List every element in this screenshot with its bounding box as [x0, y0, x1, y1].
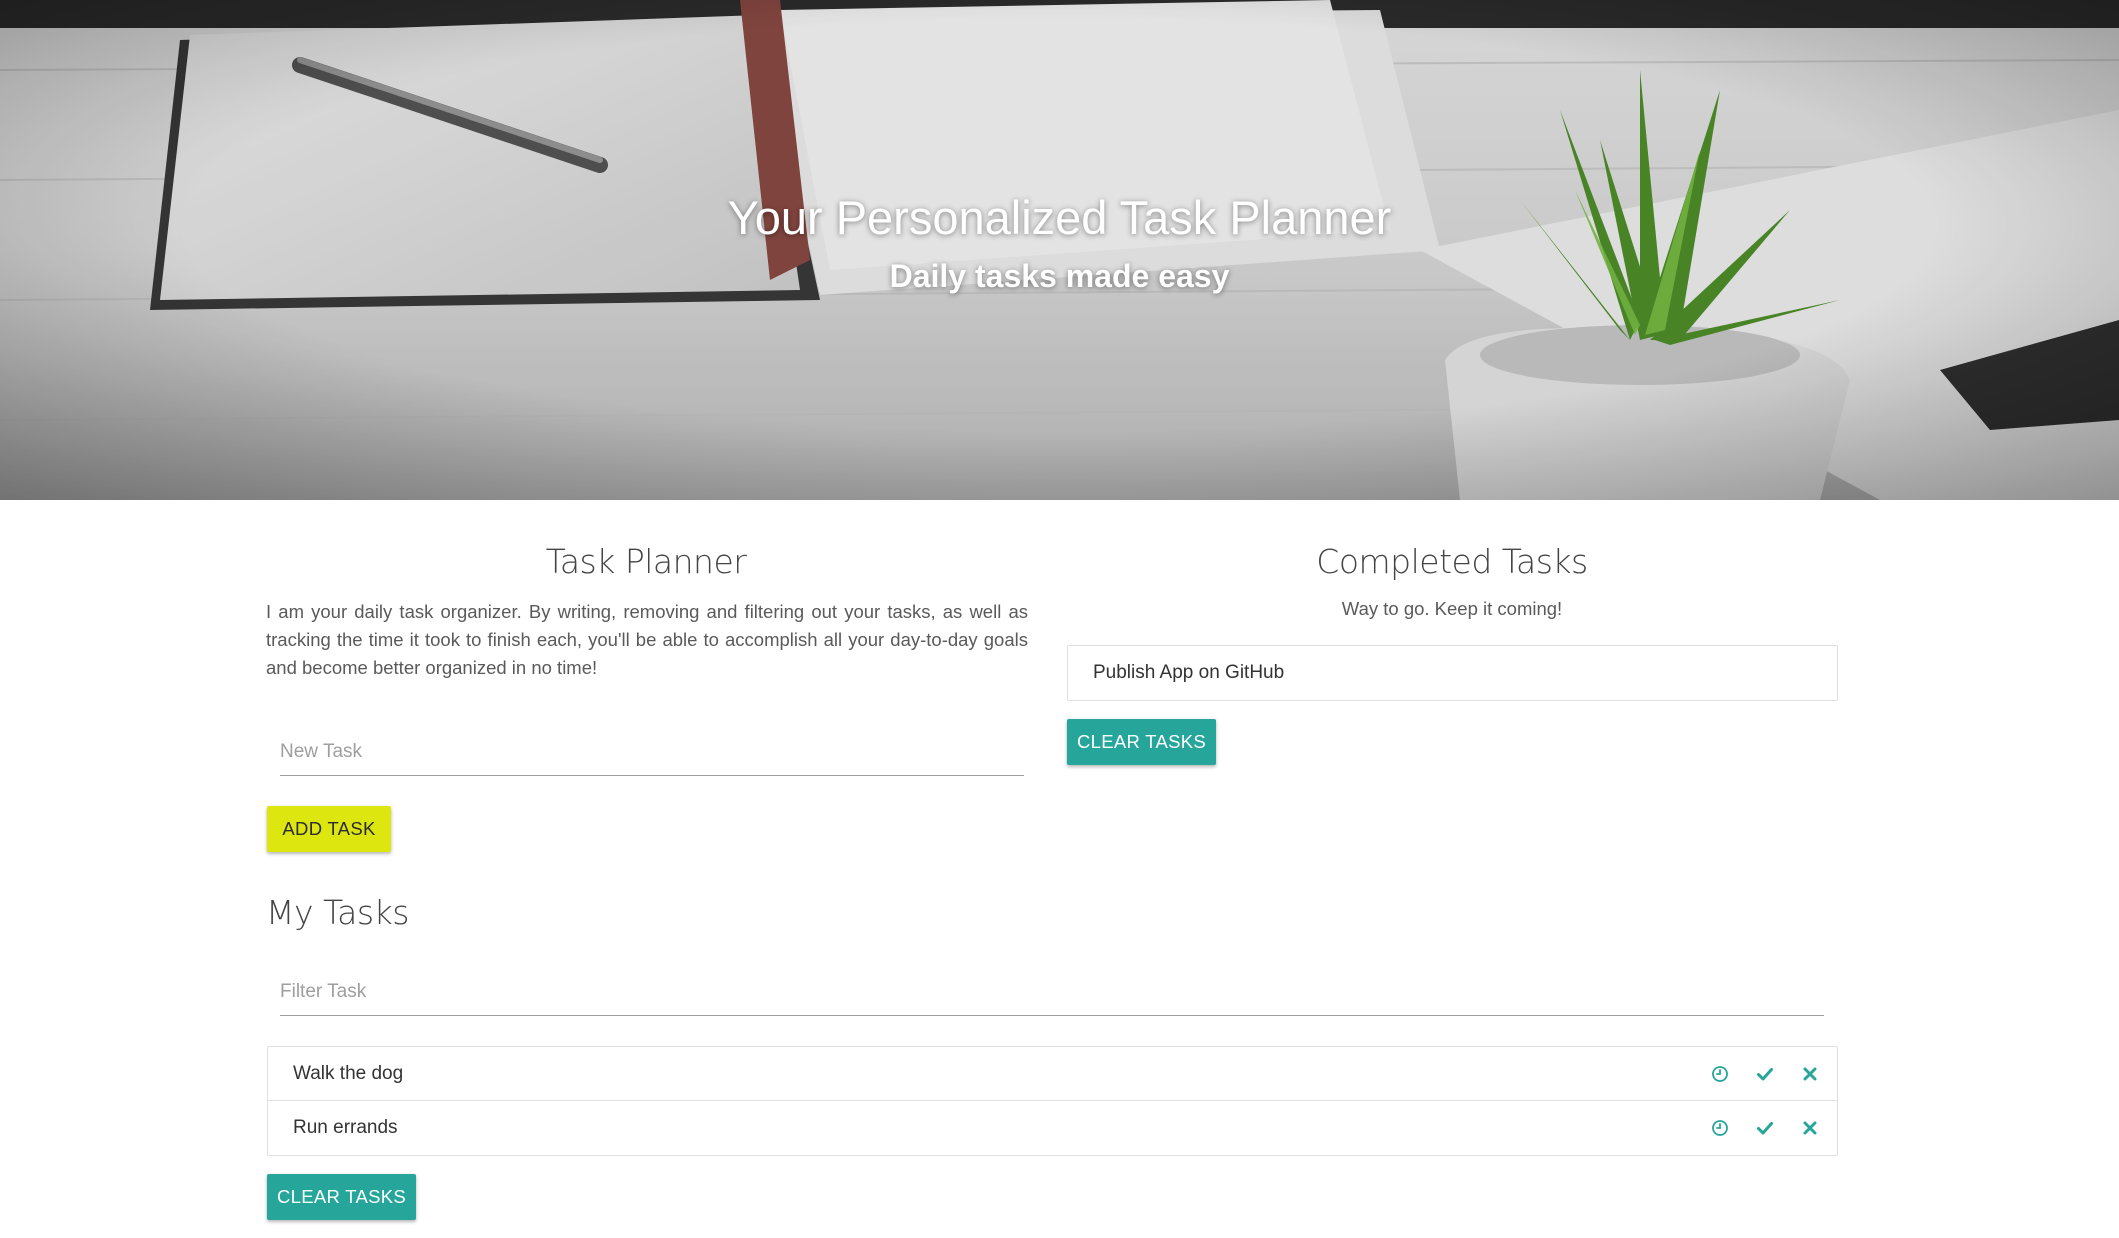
hero-banner: Your Personalized Task Planner Daily tas… — [0, 0, 2119, 500]
clear-tasks-button[interactable]: CLEAR TASKS — [267, 1174, 416, 1220]
clear-completed-tasks-button[interactable]: CLEAR TASKS — [1067, 719, 1216, 765]
task-planner-description: I am your daily task organizer. By writi… — [266, 601, 1028, 678]
task-label: Walk the dog — [293, 1062, 404, 1084]
clock-icon[interactable] — [1711, 1119, 1729, 1137]
close-icon[interactable] — [1801, 1065, 1819, 1083]
hero-title: Your Personalized Task Planner — [727, 191, 1392, 244]
completed-task-label: Publish App on GitHub — [1093, 662, 1285, 683]
check-icon[interactable] — [1756, 1065, 1774, 1083]
completed-tasks-title: Completed Tasks — [1316, 542, 1588, 581]
completed-tasks-description: Way to go. Keep it coming! — [1341, 598, 1563, 619]
close-icon[interactable] — [1801, 1119, 1819, 1137]
clock-icon[interactable] — [1711, 1065, 1729, 1083]
add-task-button[interactable]: ADD TASK — [267, 806, 391, 852]
my-tasks-title: My Tasks — [266, 893, 409, 932]
completed-task-list: Publish App on GitHub — [1067, 645, 1838, 701]
completed-task-item: Publish App on GitHub — [1068, 646, 1837, 700]
hero-subtitle: Daily tasks made easy — [889, 258, 1230, 294]
filter-task-input[interactable] — [280, 968, 1824, 1016]
task-label: Run errands — [293, 1117, 398, 1138]
new-task-input[interactable] — [280, 728, 1024, 776]
task-actions — [1711, 1047, 1819, 1101]
check-icon[interactable] — [1756, 1119, 1774, 1137]
task-list-item: Run errands — [268, 1101, 1837, 1155]
task-list-item: Walk the dog — [268, 1047, 1837, 1101]
task-planner-title: Task Planner — [545, 542, 747, 581]
hero-background-image — [0, 0, 2119, 500]
task-list: Walk the dog Run errands — [267, 1046, 1838, 1156]
task-actions — [1711, 1101, 1819, 1155]
